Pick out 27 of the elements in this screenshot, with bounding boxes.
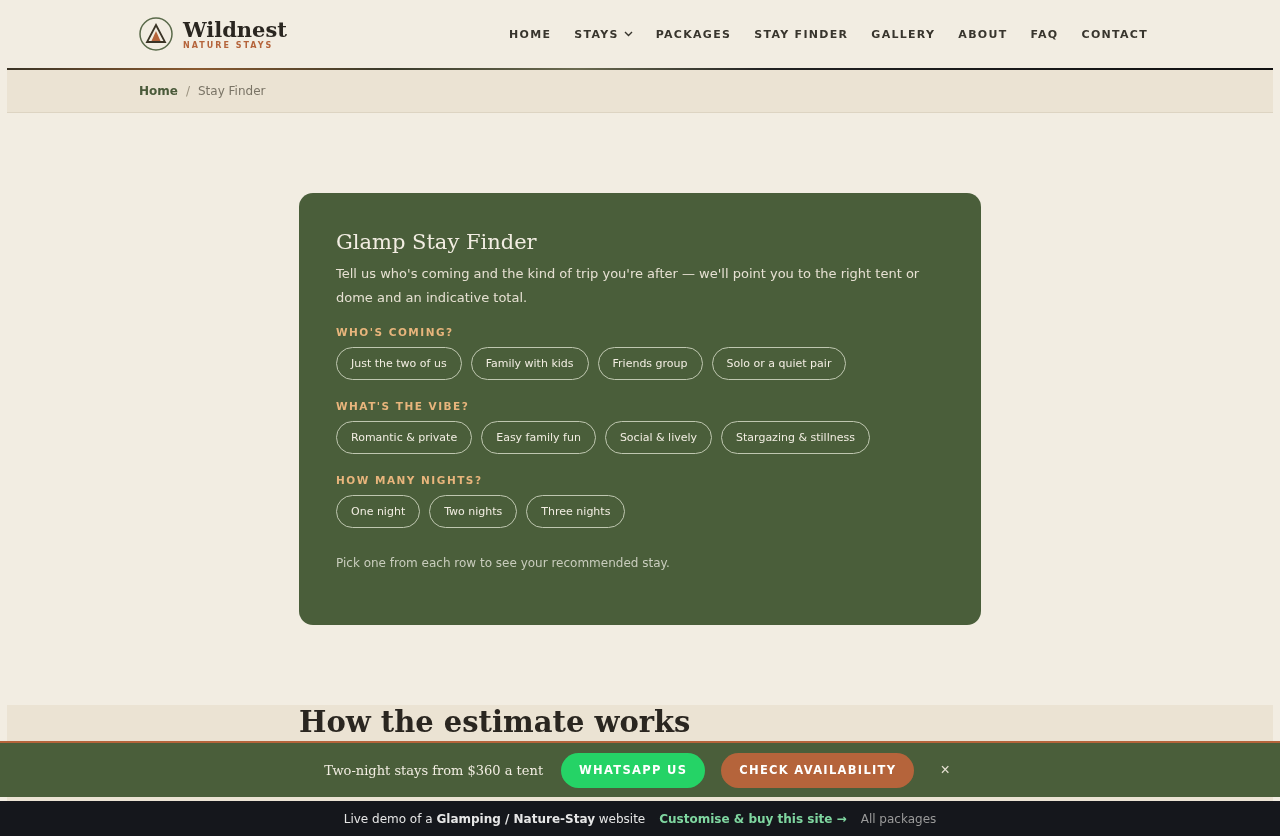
breadcrumb-link[interactable]: Home: [139, 84, 178, 98]
nav-link[interactable]: STAY FINDER: [754, 27, 849, 41]
breadcrumb-separator: /: [185, 84, 190, 98]
promo-text: Two-night stays from $360 a tent: [324, 762, 544, 778]
finder-title: Glamp Stay Finder: [336, 230, 538, 254]
question-label: HOW MANY NIGHTS?: [336, 474, 484, 486]
question-label: WHO'S COMING?: [336, 326, 455, 338]
close-button[interactable]: ×: [934, 760, 956, 780]
brand-tagline: NATURE STAYS: [183, 41, 275, 51]
demo-text: Live demo of a Glamping / Nature-Stay website: [343, 811, 646, 826]
breadcrumb-current: Stay Finder: [198, 84, 266, 98]
nav-link[interactable]: ABOUT: [958, 27, 1008, 41]
tent-logo-icon: [139, 17, 173, 51]
nav-link[interactable]: GALLERY: [871, 27, 936, 41]
finder-intro: Tell us who's coming and the kind of trip you're after — we'll point you to the right tent or dome and an indicative total.: [336, 265, 921, 307]
brand-name[interactable]: Wildnest: [183, 17, 287, 42]
availability-button[interactable]: CHECK AVAILABILITY: [721, 752, 915, 788]
question-label: WHAT'S THE VIBE?: [336, 400, 471, 412]
nav-link[interactable]: CONTACT: [1081, 27, 1148, 41]
section-heading: How the estimate works: [299, 705, 692, 739]
nav-link[interactable]: FAQ: [1030, 27, 1059, 41]
finder-hint: Pick one from each row to see your recommended stay.: [336, 556, 671, 570]
nav-link[interactable]: STAYS: [574, 27, 633, 41]
packages-link[interactable]: All packages: [860, 811, 937, 826]
nav-link[interactable]: PACKAGES: [655, 27, 732, 41]
nav-link[interactable]: HOME: [509, 27, 552, 41]
buy-link[interactable]: Customise & buy this site →: [659, 811, 847, 826]
